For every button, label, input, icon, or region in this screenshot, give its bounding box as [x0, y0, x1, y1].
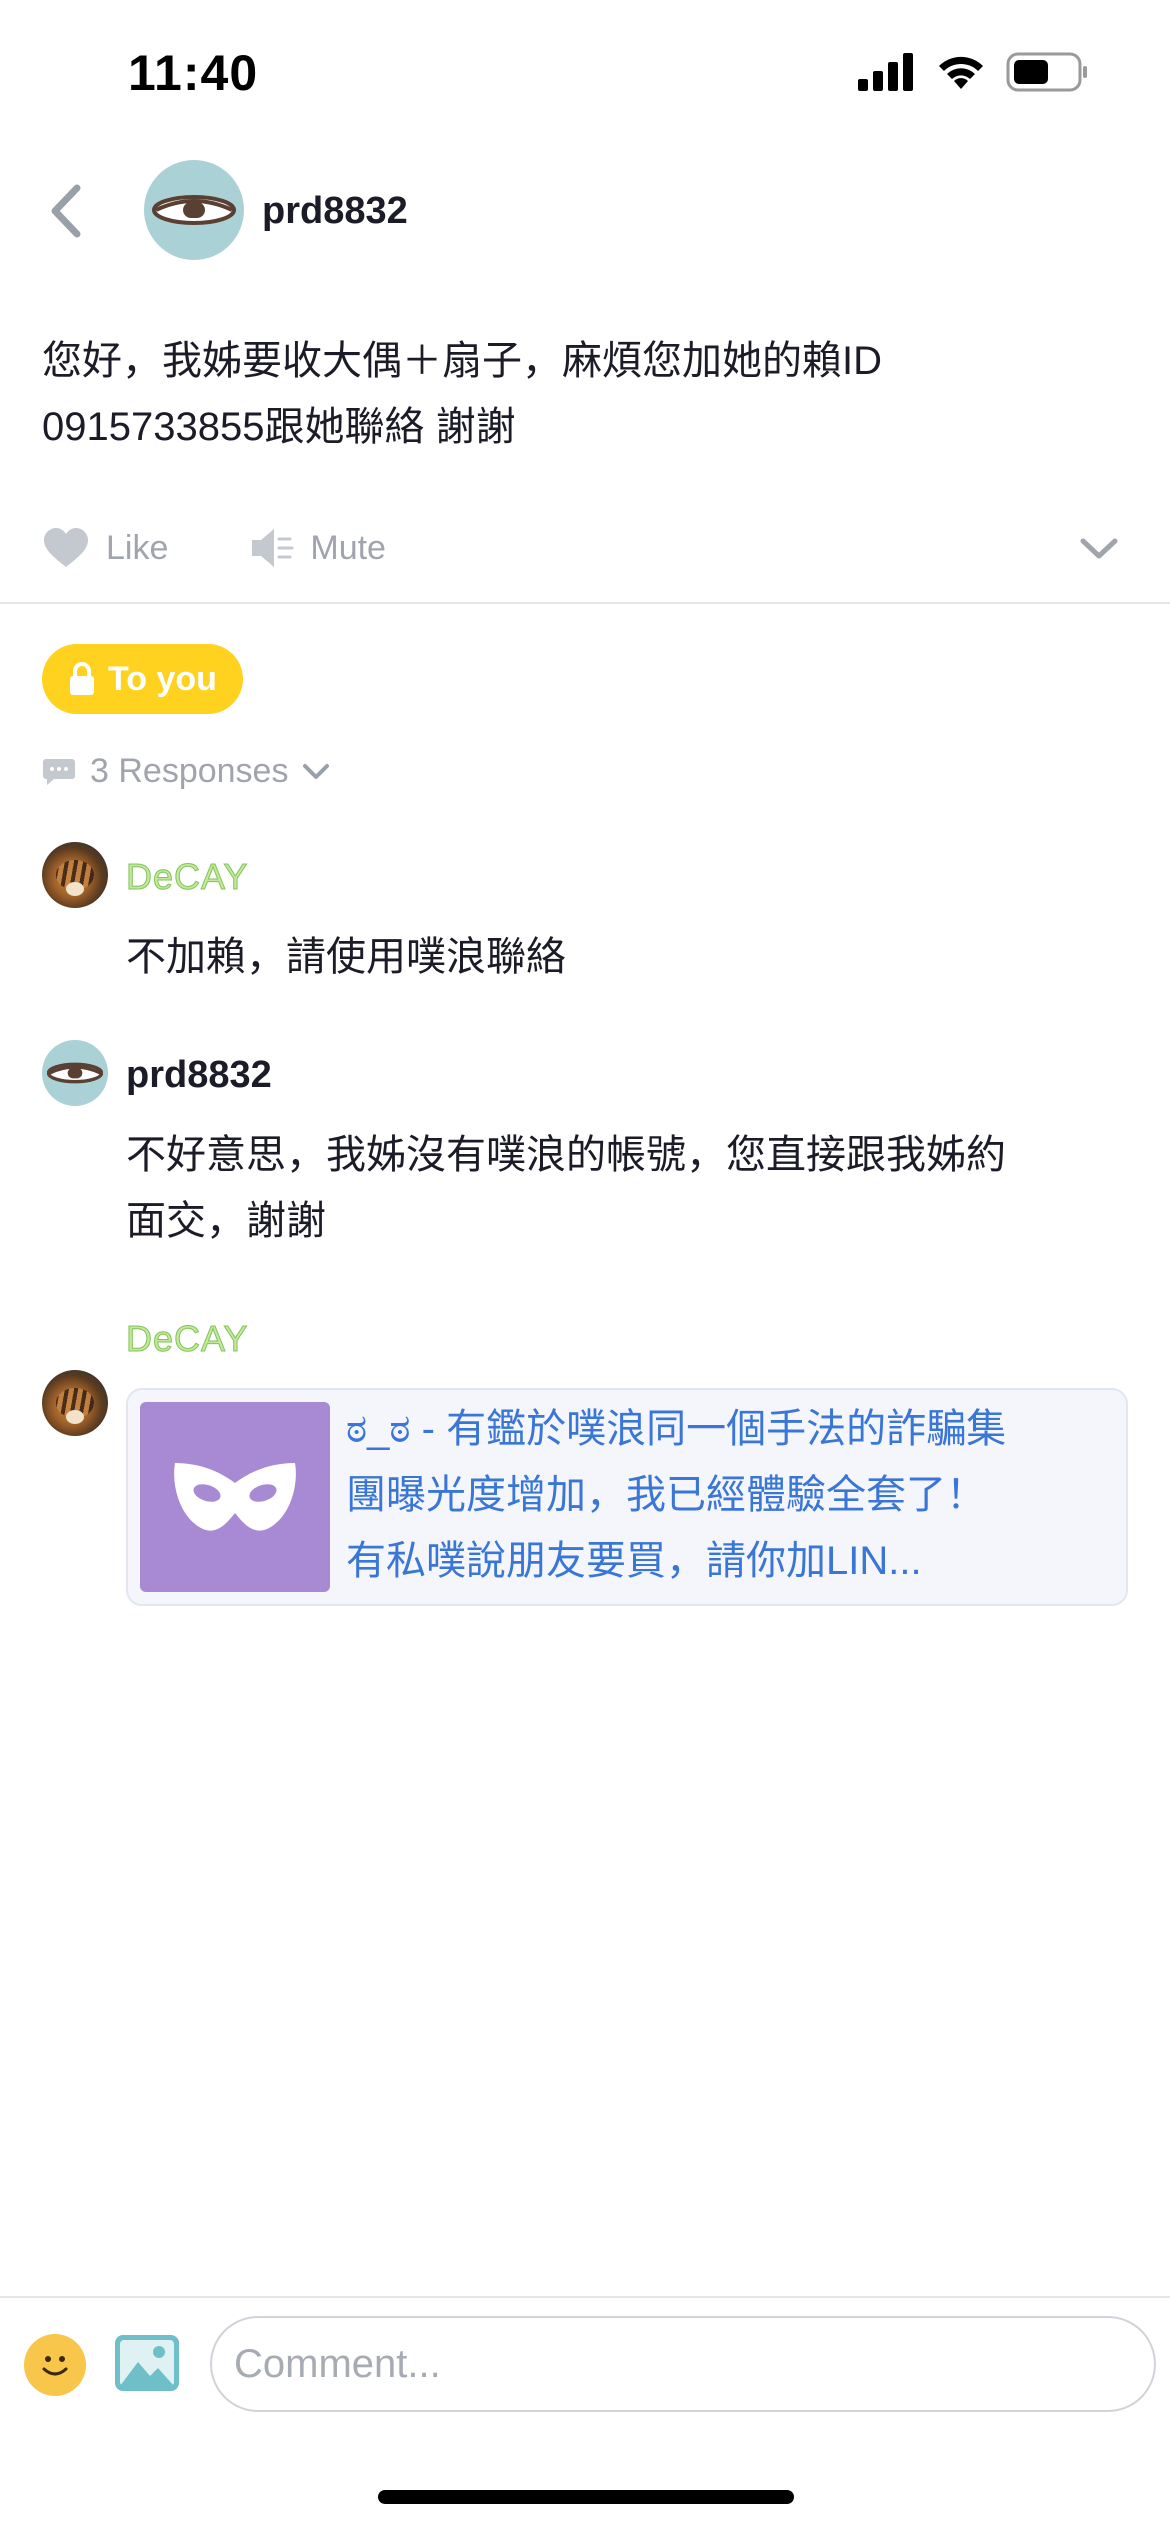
- mask-icon: [174, 1463, 296, 1531]
- response-text: 不加賴，請使用噗浪聯絡: [126, 935, 566, 979]
- header-username[interactable]: prd8832: [262, 190, 408, 233]
- like-button[interactable]: Like: [42, 527, 168, 569]
- response-username[interactable]: DeCAY: [125, 856, 248, 898]
- battery-icon: [1006, 52, 1087, 92]
- response-text-line: 不好意思，我姊沒有噗浪的帳號，您直接跟我姊約: [126, 1133, 1006, 1177]
- image-upload-button[interactable]: [114, 2334, 180, 2392]
- lock-icon: [70, 662, 94, 695]
- comment-bar-divider: [0, 2296, 1170, 2298]
- emoji-button[interactable]: [24, 2334, 86, 2396]
- post-text-line: 0915733855跟她聯絡 謝謝: [42, 405, 516, 449]
- sleepy-eye-icon: [47, 1062, 103, 1084]
- link-title[interactable]: ಠ_ಠ - 有鑑於噗浪同一個手法的詐騙集 團曝光度增加，我已經體驗全套了！ 有私…: [346, 1396, 1114, 1594]
- chevron-down-icon: [1080, 538, 1118, 559]
- response-avatar[interactable]: [42, 1370, 108, 1436]
- link-line: 團曝光度增加，我已經體驗全套了！: [346, 1473, 986, 1517]
- collapse-button[interactable]: [1072, 522, 1126, 576]
- link-preview-card[interactable]: ಠ_ಠ - 有鑑於噗浪同一個手法的詐騙集 團曝光度增加，我已經體驗全套了！ 有私…: [126, 1388, 1128, 1606]
- status-icons: [858, 52, 1090, 92]
- link-line: ಠ_ಠ - 有鑑於噗浪同一個手法的詐騙集: [346, 1407, 1007, 1451]
- cellular-signal-icon: [858, 53, 913, 91]
- sleepy-eye-icon: [152, 195, 236, 225]
- chevron-down-icon: [303, 763, 330, 779]
- link-line: 有私噗說朋友要買，請你加LIN...: [346, 1539, 922, 1583]
- response-avatar[interactable]: [42, 1040, 108, 1106]
- post-text: 您好，我姊要收大偶＋扇子，麻煩您加她的賴ID 0915733855跟她聯絡 謝謝: [42, 328, 1112, 460]
- response-avatar[interactable]: [42, 842, 108, 908]
- image-icon: [115, 2335, 179, 2391]
- response-text-line: 面交，謝謝: [126, 1199, 326, 1243]
- post-actions: Like Mute: [42, 520, 466, 576]
- back-button[interactable]: [36, 176, 96, 246]
- chevron-left-icon: [51, 184, 81, 238]
- speaker-muted-icon: [252, 529, 294, 567]
- status-time: 11:40: [128, 45, 259, 101]
- response-username[interactable]: DeCAY: [125, 1318, 248, 1360]
- heart-icon: [44, 528, 88, 567]
- link-thumbnail: [140, 1402, 330, 1592]
- responses-toggle[interactable]: 3 Responses: [42, 752, 330, 791]
- responses-count: 3 Responses: [90, 752, 289, 790]
- response-text: 不好意思，我姊沒有噗浪的帳號，您直接跟我姊約 面交，謝謝: [126, 1122, 1126, 1254]
- privacy-label: To you: [108, 659, 217, 698]
- divider: [0, 602, 1170, 604]
- response-username[interactable]: prd8832: [126, 1054, 272, 1097]
- comment-input[interactable]: [210, 2316, 1156, 2412]
- smiley-icon: [42, 2356, 68, 2376]
- privacy-badge: To you: [42, 644, 243, 714]
- like-label: Like: [106, 528, 169, 567]
- speech-bubble-icon: [43, 758, 75, 785]
- mute-label: Mute: [310, 528, 386, 567]
- header-avatar[interactable]: [144, 160, 244, 260]
- home-indicator: [378, 2490, 794, 2504]
- wifi-icon: [939, 56, 983, 89]
- mute-button[interactable]: Mute: [248, 525, 386, 571]
- post-text-line: 您好，我姊要收大偶＋扇子，麻煩您加她的賴ID: [42, 339, 882, 383]
